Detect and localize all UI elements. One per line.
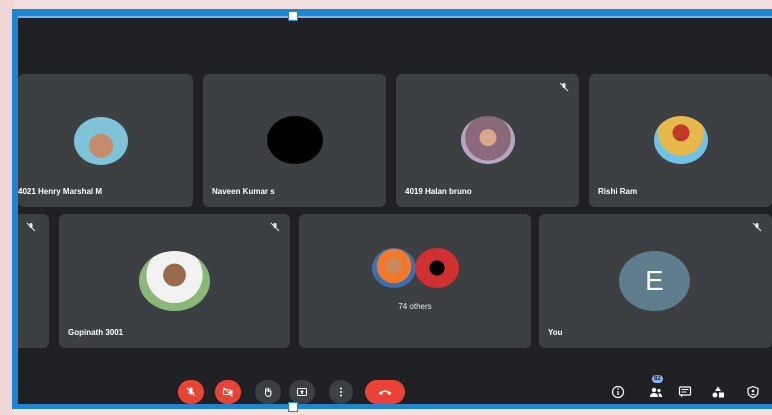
participant-tile[interactable]: Naveen Kumar s <box>203 74 386 207</box>
participant-name: 4019 Halan bruno <box>405 187 472 196</box>
participant-tile[interactable] <box>18 214 49 348</box>
others-label: 74 others <box>398 302 432 311</box>
others-tile[interactable]: 74 others <box>299 214 531 348</box>
mic-off-icon <box>26 222 36 232</box>
avatar <box>139 251 210 311</box>
avatar-initial: E <box>645 265 664 296</box>
mic-off-icon <box>752 222 762 232</box>
mic-off-icon <box>270 222 280 232</box>
people-icon[interactable] <box>649 385 663 399</box>
participant-name: Naveen Kumar s <box>212 187 275 196</box>
participant-name: Gopinath 3001 <box>68 328 124 337</box>
end-call-icon <box>378 390 392 395</box>
participant-tile[interactable]: Rishi Ram <box>589 74 772 207</box>
meeting-info-icon[interactable] <box>611 385 625 399</box>
selection-handle[interactable] <box>288 11 298 21</box>
avatar: E <box>619 251 690 311</box>
meeting-window: 4021 Henry Marshal M Naveen Kumar s 4019… <box>18 16 772 404</box>
self-tile[interactable]: E You <box>539 214 772 348</box>
top-edge <box>18 16 772 18</box>
avatar <box>654 116 708 164</box>
host-controls-icon[interactable] <box>746 385 760 399</box>
participant-tile[interactable]: Gopinath 3001 <box>59 214 290 348</box>
participant-name: Rishi Ram <box>598 187 638 196</box>
present-icon <box>297 388 307 396</box>
mic-toggle-button[interactable] <box>178 380 204 404</box>
camera-toggle-button[interactable] <box>215 380 241 404</box>
more-options-icon <box>340 387 342 397</box>
participant-name: You <box>548 328 563 337</box>
raise-hand-icon <box>264 387 272 398</box>
activities-icon[interactable] <box>711 385 725 399</box>
chat-icon[interactable] <box>678 385 692 399</box>
mic-off-icon <box>559 82 569 92</box>
avatar <box>267 116 323 164</box>
raise-hand-button[interactable] <box>255 380 281 404</box>
mic-off-icon <box>186 387 196 397</box>
present-button[interactable] <box>289 380 315 404</box>
end-call-button[interactable] <box>365 380 405 404</box>
more-options-button[interactable] <box>329 380 353 404</box>
participant-tile[interactable]: 4019 Halan bruno <box>396 74 579 207</box>
avatar <box>461 116 515 164</box>
avatar <box>74 117 128 165</box>
participant-tile[interactable]: 4021 Henry Marshal M <box>18 74 193 207</box>
avatar <box>372 248 416 288</box>
avatar <box>415 248 459 288</box>
participant-name: 4021 Henry Marshal M <box>18 187 103 196</box>
people-count-badge: 82 <box>652 375 663 383</box>
camera-off-icon <box>223 387 233 397</box>
selection-handle[interactable] <box>288 402 298 412</box>
